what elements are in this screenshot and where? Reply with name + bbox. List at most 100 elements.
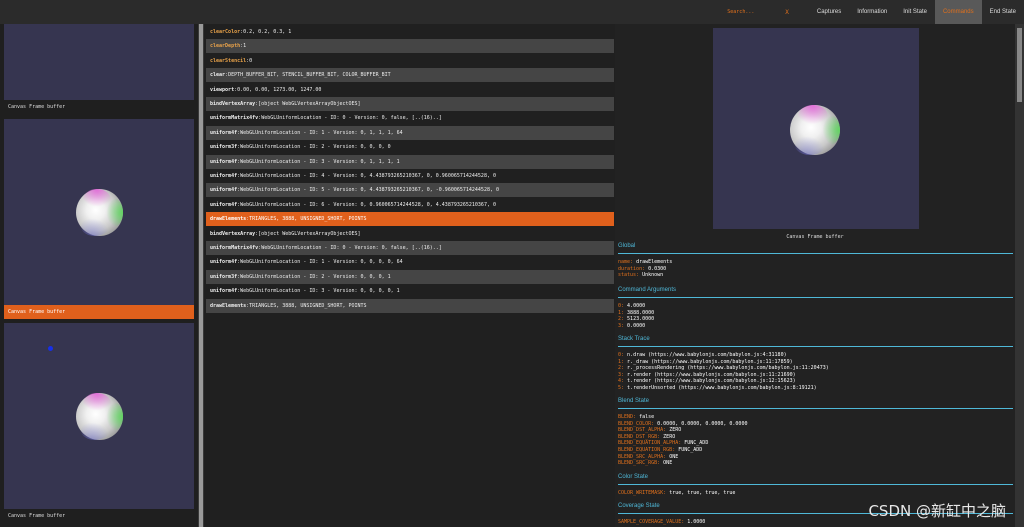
property-row: BLEND_SRC_RGB: ONE: [618, 460, 673, 467]
capture-item[interactable]: Canvas Frame buffer: [4, 323, 194, 523]
command-row[interactable]: uniform4f: WebGLUniformLocation - ID: 4 …: [206, 169, 614, 183]
property-row: 5: t.renderUnsorted (https://www.babylon…: [618, 384, 817, 391]
property-key: duration: [618, 265, 643, 272]
property-row: BLEND_SRC_ALPHA: ONE: [618, 453, 679, 460]
property-key: BLEND_COLOR: [618, 420, 652, 427]
search-box[interactable]: Search... X: [727, 9, 797, 16]
command-name: bindVertexArray: [210, 101, 256, 107]
command-args: WebGLUniformLocation - ID: 2 - Version: …: [240, 273, 391, 280]
property-key: SAMPLE_COVERAGE_VALUE: [618, 519, 682, 525]
command-args: [object WebGLVertexArrayObjectOES]: [258, 230, 361, 237]
command-row[interactable]: uniform4f: WebGLUniformLocation - ID: 3 …: [206, 284, 614, 298]
property-value: 3888.0000: [627, 309, 655, 316]
command-args: WebGLUniformLocation - ID: 6 - Version: …: [240, 201, 496, 208]
tab-commands[interactable]: Commands: [934, 0, 982, 24]
command-name: viewport: [210, 86, 235, 93]
property-value: 4.0000: [627, 303, 646, 309]
property-row: 2: 5123.0000: [618, 316, 655, 323]
property-row: name: drawElements: [618, 259, 673, 265]
command-args: WebGLUniformLocation - ID: 3 - Version: …: [240, 158, 400, 165]
command-row[interactable]: uniform4f: WebGLUniformLocation - ID: 6 …: [206, 198, 614, 212]
color-state-section: Color State COLOR_WRITEMASK: true, true,…: [618, 474, 1013, 497]
command-row[interactable]: drawElements: TRIANGLES, 3888, UNSIGNED_…: [206, 212, 614, 227]
tab-information[interactable]: Information: [849, 0, 895, 24]
capture-label: Canvas Frame buffer: [8, 104, 66, 110]
command-row[interactable]: uniform3f: WebGLUniformLocation - ID: 2 …: [206, 140, 614, 154]
command-name: uniform4f: [210, 288, 238, 295]
command-args: TRIANGLES, 3888, UNSIGNED_SHORT, POINTS: [249, 216, 367, 223]
capture-thumbnail[interactable]: [4, 24, 194, 100]
property-row: COLOR_WRITEMASK: true, true, true, true: [618, 490, 736, 496]
command-name: uniform4f: [210, 259, 238, 266]
command-row[interactable]: uniformMatrix4fv: WebGLUniformLocation -…: [206, 241, 614, 255]
command-args: WebGLUniformLocation - ID: 4 - Version: …: [240, 173, 496, 179]
property-value: ONE: [663, 460, 673, 467]
tab-end-state[interactable]: End State: [982, 0, 1024, 24]
property-value: ZERO: [669, 427, 682, 434]
property-value: 0.0300: [648, 265, 667, 272]
command-args: 0: [249, 57, 253, 64]
property-key: status: [618, 272, 637, 279]
command-row[interactable]: uniform3f: WebGLUniformLocation - ID: 2 …: [206, 269, 614, 284]
tab-init-state[interactable]: Init State: [895, 0, 935, 24]
search-clear-button[interactable]: X: [785, 9, 789, 16]
command-name: drawElements: [210, 302, 247, 309]
scrollbar-thumb[interactable]: [1017, 28, 1022, 102]
command-row[interactable]: bindVertexArray: [object WebGLVertexArra…: [206, 97, 614, 111]
command-row[interactable]: clear: DEPTH_BUFFER_BIT, STENCIL_BUFFER_…: [206, 68, 614, 83]
property-value: t.render (https://www.babylonjs.com/baby…: [627, 378, 796, 385]
command-name: clearDepth: [210, 43, 241, 50]
command-name: uniform4f: [210, 201, 238, 208]
capture-thumbnail[interactable]: [4, 323, 194, 509]
property-value: t.renderUnsorted (https://www.babylonjs.…: [627, 384, 817, 391]
property-row: 3: r.render (https://www.babylonjs.com/b…: [618, 371, 796, 378]
section-title: Blend State: [618, 398, 1013, 409]
detail-scrollbar[interactable]: [1015, 24, 1024, 527]
command-name: clearStencil: [210, 57, 247, 64]
search-input[interactable]: Search...: [727, 9, 785, 15]
command-name: uniformMatrix4fv: [210, 245, 259, 251]
command-args: 1: [243, 43, 247, 50]
sphere-render: [76, 393, 123, 440]
property-value: r._draw (https://www.babylonjs.com/babyl…: [627, 358, 793, 365]
command-row[interactable]: clearStencil: 0: [206, 54, 614, 68]
command-args: 0.2, 0.2, 0.3, 1: [243, 29, 292, 35]
property-value: ZERO: [663, 433, 676, 440]
property-row: 2: r._processRendering (https://www.baby…: [618, 365, 829, 372]
section-title: Global: [618, 243, 1013, 254]
property-key: BLEND: [618, 414, 634, 420]
capture-item-selected[interactable]: Canvas Frame buffer: [4, 119, 194, 319]
property-value: false: [639, 414, 655, 420]
command-row[interactable]: drawElements: TRIANGLES, 3888, UNSIGNED_…: [206, 298, 614, 313]
capture-thumbnail[interactable]: [4, 119, 194, 305]
command-row[interactable]: uniform4f: WebGLUniformLocation - ID: 1 …: [206, 125, 614, 140]
command-row[interactable]: clearColor: 0.2, 0.2, 0.3, 1: [206, 25, 614, 39]
command-arguments-section: Command Arguments 0: 4.0000 1: 3888.0000 2…: [618, 287, 1013, 329]
property-row: duration: 0.0300: [618, 265, 667, 272]
property-row: 0: 4.0000: [618, 303, 646, 309]
blue-dot: [48, 346, 53, 351]
property-row: 0: n.draw (https://www.babylonjs.com/bab…: [618, 352, 787, 358]
property-row: 4: t.render (https://www.babylonjs.com/b…: [618, 378, 796, 385]
command-args: WebGLUniformLocation - ID: 0 - Version: …: [261, 115, 442, 122]
property-row: BLEND_COLOR: 0.0000, 0.0000, 0.0000, 0.0…: [618, 420, 748, 427]
command-args: TRIANGLES, 3888, UNSIGNED_SHORT, POINTS: [249, 302, 367, 309]
command-row[interactable]: bindVertexArray: [object WebGLVertexArra…: [206, 227, 614, 241]
property-row: 1: r._draw (https://www.babylonjs.com/ba…: [618, 358, 793, 365]
global-section: Global name: drawElements duration: 0.030…: [618, 243, 1013, 279]
command-row[interactable]: uniformMatrix4fv: WebGLUniformLocation -…: [206, 111, 614, 125]
command-row[interactable]: uniform4f: WebGLUniformLocation - ID: 1 …: [206, 255, 614, 269]
tab-captures[interactable]: Captures: [809, 0, 849, 24]
stack-trace-section: Stack Trace 0: n.draw (https://www.babyl…: [618, 336, 1013, 392]
command-row[interactable]: viewport: 0.00, 0.00, 1273.00, 1247.00: [206, 83, 614, 97]
command-args: WebGLUniformLocation - ID: 5 - Version: …: [240, 187, 499, 194]
property-key: COLOR_WRITEMASK: [618, 490, 664, 496]
command-row[interactable]: uniform4f: WebGLUniformLocation - ID: 5 …: [206, 183, 614, 198]
property-row: 1: 3888.0000: [618, 309, 655, 316]
command-row[interactable]: clearDepth: 1: [206, 39, 614, 54]
property-row: BLEND_DST_RGB: ZERO: [618, 433, 676, 440]
command-name: uniformMatrix4fv: [210, 115, 259, 122]
command-row[interactable]: uniform4f: WebGLUniformLocation - ID: 3 …: [206, 154, 614, 169]
scrollbar-thumb[interactable]: [199, 24, 203, 527]
capture-item[interactable]: Canvas Frame buffer: [4, 24, 194, 114]
